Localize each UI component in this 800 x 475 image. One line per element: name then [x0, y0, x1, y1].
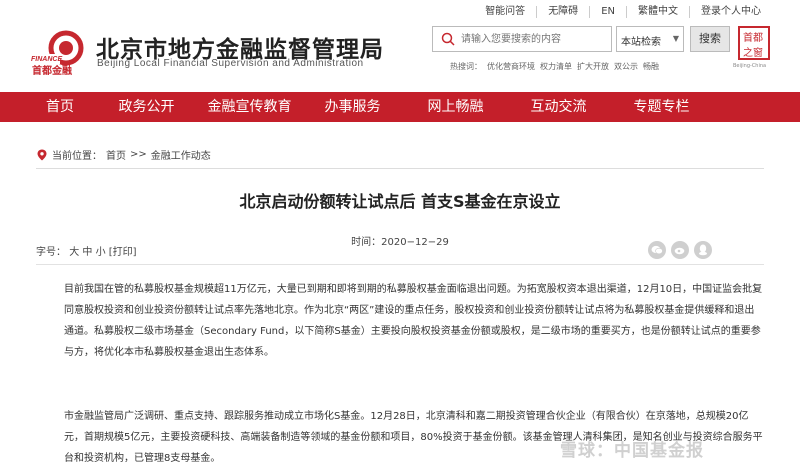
utility-links: 智能问答 无障碍 EN 繁體中文 登录个人中心: [474, 6, 772, 18]
finance-logo[interactable]: FINANCE 首都金融: [30, 28, 88, 78]
nav-services[interactable]: 办事服务: [301, 92, 404, 122]
hot-search-terms: 热搜词： 优化营商环境 权力清单 扩大开放 双公示 畅融: [450, 61, 664, 72]
breadcrumb-current[interactable]: 金融工作动态: [151, 147, 211, 162]
breadcrumb: 当前位置： 首页 >> 金融工作动态: [36, 147, 211, 162]
search-scope-value: 本站检索: [621, 37, 661, 48]
share-buttons: [648, 241, 712, 259]
hot-label: 热搜词：: [450, 62, 482, 71]
link-accessibility[interactable]: 无障碍: [536, 6, 589, 18]
hot-term[interactable]: 优化营商环境: [487, 62, 535, 71]
font-size-large[interactable]: 大: [69, 247, 79, 258]
hot-term[interactable]: 畅融: [643, 62, 659, 71]
article-title: 北京启动份额转让试点后 首支S基金在京设立: [239, 192, 561, 211]
nav-gov-affairs[interactable]: 政务公开: [95, 92, 198, 122]
article-divider: [36, 264, 764, 265]
link-traditional-chinese[interactable]: 繁體中文: [626, 6, 689, 18]
capital-window-logo-icon: 首都 之窗: [743, 31, 763, 59]
time-value: 2020−12−29: [381, 237, 449, 248]
nav-special-topics[interactable]: 专题专栏: [610, 92, 713, 122]
hot-term[interactable]: 扩大开放: [577, 62, 609, 71]
search-scope-select[interactable]: 本站检索 ▼: [616, 26, 684, 52]
capital-window-seal[interactable]: 首都 之窗: [738, 26, 770, 60]
svg-text:之窗: 之窗: [743, 46, 763, 59]
font-size-medium[interactable]: 中: [82, 247, 92, 258]
main-nav: 首页 政务公开 金融宣传教育 办事服务 网上畅融 互动交流 专题专栏: [0, 92, 800, 122]
link-smart-qa[interactable]: 智能问答: [474, 6, 536, 18]
font-size-controls: 字号： 大 中 小 [打印]: [36, 243, 137, 258]
breadcrumb-separator: >>: [130, 149, 147, 160]
weibo-share-icon[interactable]: [671, 241, 689, 259]
breadcrumb-label: 当前位置：: [52, 151, 102, 162]
watermark: 雪球：中国基金报: [560, 441, 704, 461]
breadcrumb-divider: [36, 168, 764, 169]
qq-share-icon[interactable]: [694, 241, 712, 259]
nav-online[interactable]: 网上畅融: [404, 92, 507, 122]
site-header: FINANCE 首都金融 北京市地方金融监督管理局 Beijing Local …: [0, 20, 800, 92]
nav-home[interactable]: 首页: [25, 92, 95, 122]
breadcrumb-home[interactable]: 首页: [106, 147, 126, 162]
article-paragraph: 目前我国在管的私募股权基金规模超11万亿元，大量已到期和即将到期的私募股权基金面…: [64, 284, 763, 358]
svg-text:首都金融: 首都金融: [32, 64, 72, 77]
location-pin-icon: [37, 149, 47, 160]
svg-text:FINANCE: FINANCE: [31, 56, 62, 63]
search-box: [432, 26, 612, 52]
chevron-down-icon: ▼: [672, 34, 679, 43]
site-title-en: Beijing Local Financial Supervision and …: [97, 58, 364, 69]
search-button[interactable]: 搜索: [690, 26, 730, 52]
nav-finance-education[interactable]: 金融宣传教育: [198, 92, 301, 122]
link-english[interactable]: EN: [589, 6, 626, 18]
hot-term[interactable]: 双公示: [614, 62, 638, 71]
font-size-small[interactable]: 小: [96, 247, 106, 258]
time-label: 时间：: [351, 237, 382, 248]
wechat-share-icon[interactable]: [648, 241, 666, 259]
link-login[interactable]: 登录个人中心: [689, 6, 772, 18]
print-link[interactable]: [打印]: [109, 247, 137, 258]
font-size-label: 字号：: [36, 247, 66, 258]
nav-interaction[interactable]: 互动交流: [507, 92, 610, 122]
svg-text:首都: 首都: [743, 31, 763, 44]
seal-caption: Beijing-China: [733, 63, 767, 69]
hot-term[interactable]: 权力清单: [540, 62, 572, 71]
search-icon: [441, 32, 455, 46]
search-input[interactable]: [461, 27, 611, 51]
